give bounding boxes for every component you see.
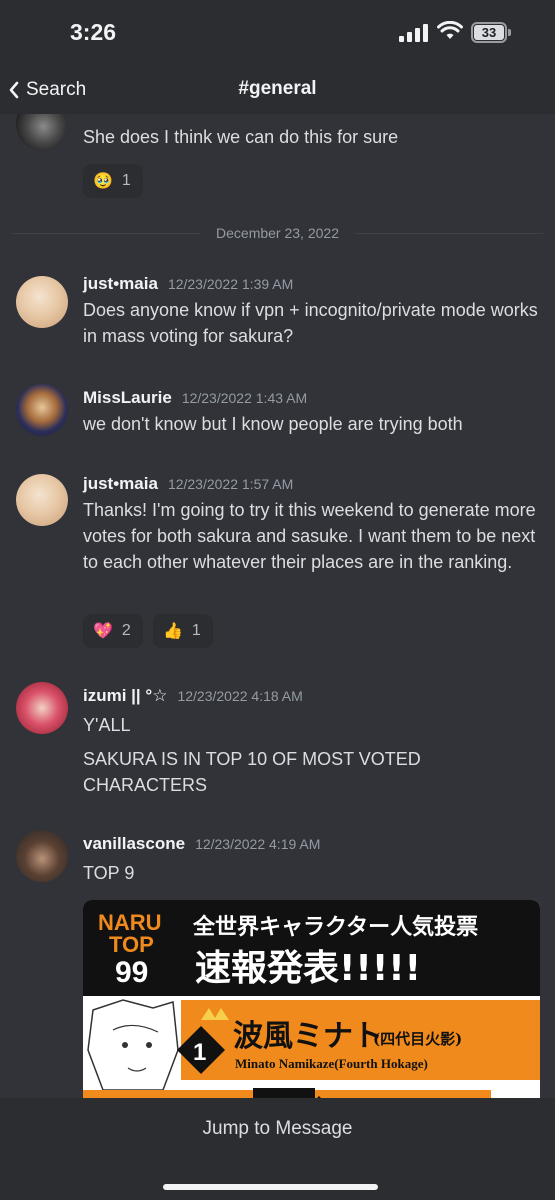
message-header: vanillascone 12/23/2022 4:19 AM: [83, 834, 320, 854]
message-text: SAKURA IS IN TOP 10 OF MOST VOTED CHARAC…: [83, 749, 421, 795]
reaction-count: 2: [121, 622, 131, 639]
username[interactable]: izumi || °☆: [83, 686, 167, 705]
avatar[interactable]: [16, 276, 68, 328]
message-text: Y'ALL: [83, 715, 131, 735]
username[interactable]: vanillascone: [83, 834, 185, 853]
reaction-button[interactable]: 🥹 1: [83, 164, 143, 198]
avatar[interactable]: [16, 114, 66, 150]
headline-top: 全世界キャラクター人気投票: [192, 914, 478, 940]
message-header: just•maia 12/23/2022 1:57 AM: [83, 474, 293, 494]
name-english: Minato Namikaze(Fourth Hokage): [235, 1056, 428, 1071]
message-text: TOP 9: [83, 863, 135, 883]
avatar[interactable]: [16, 474, 68, 526]
message-header: izumi || °☆ 12/23/2022 4:18 AM: [83, 686, 303, 706]
message-text: She does I think we can do this for sure: [83, 127, 399, 147]
poster-image: NARU TOP 99 全世界キャラクター人気投票 速報発表!!!!! 1 波風…: [83, 900, 540, 1098]
message-list[interactable]: She does I think we can do this for sure…: [0, 114, 555, 1098]
sparkling-heart-emoji: 💖: [93, 623, 113, 640]
timestamp: 12/23/2022 4:19 AM: [195, 836, 321, 852]
reaction-count: 1: [121, 172, 131, 189]
pleading-face-emoji: 🥹: [93, 173, 113, 190]
message-text: we don't know but I know people are tryi…: [83, 414, 463, 434]
avatar[interactable]: [16, 830, 68, 882]
cellular-signal-icon: [399, 24, 429, 42]
battery-icon: 33: [471, 22, 511, 43]
username[interactable]: just•maia: [83, 274, 158, 293]
message-header: just•maia 12/23/2022 1:39 AM: [83, 274, 293, 294]
logo-line-2: TOP: [109, 932, 154, 957]
reaction-count: 1: [191, 622, 201, 639]
date-divider-label: December 23, 2022: [216, 225, 339, 241]
username[interactable]: MissLaurie: [83, 388, 172, 407]
date-divider: December 23, 2022: [12, 222, 543, 246]
thumbs-up-emoji: 👍: [163, 623, 183, 640]
avatar[interactable]: [16, 384, 68, 436]
timestamp: 12/23/2022 1:57 AM: [167, 476, 294, 492]
username[interactable]: just•maia: [83, 474, 158, 493]
reaction-button[interactable]: 👍 1: [153, 614, 213, 648]
status-bar: 3:26 33: [0, 0, 555, 66]
channel-header: Search #general: [0, 66, 555, 114]
name-japanese-suffix: (四代目火影): [373, 1030, 462, 1048]
channel-title: #general: [238, 78, 317, 99]
reaction-button[interactable]: 💖 2: [83, 614, 143, 648]
timestamp: 12/23/2022 1:39 AM: [167, 276, 294, 292]
message-text: Thanks! I'm going to try it this weekend…: [83, 500, 536, 572]
image-attachment[interactable]: NARU TOP 99 全世界キャラクター人気投票 速報発表!!!!! 1 波風…: [83, 900, 540, 1098]
avatar[interactable]: [16, 682, 68, 734]
battery-level: 33: [474, 25, 504, 40]
wifi-icon: [437, 21, 463, 39]
jump-to-message-button[interactable]: Jump to Message: [0, 1118, 555, 1140]
message-text: Does anyone know if vpn + incognito/priv…: [83, 300, 538, 346]
timestamp: 12/23/2022 1:43 AM: [181, 390, 308, 406]
name-japanese: 波風ミナト: [233, 1019, 383, 1054]
home-indicator[interactable]: [163, 1184, 378, 1190]
headline-main: 速報発表!!!!!: [195, 948, 421, 989]
timestamp: 12/23/2022 4:18 AM: [177, 688, 303, 704]
status-time: 3:26: [70, 19, 117, 45]
bottom-bar: Jump to Message: [0, 1098, 555, 1200]
rank-number: 1: [193, 1039, 206, 1066]
logo-line-3: 99: [115, 956, 148, 989]
message-header: MissLaurie 12/23/2022 1:43 AM: [83, 388, 307, 408]
